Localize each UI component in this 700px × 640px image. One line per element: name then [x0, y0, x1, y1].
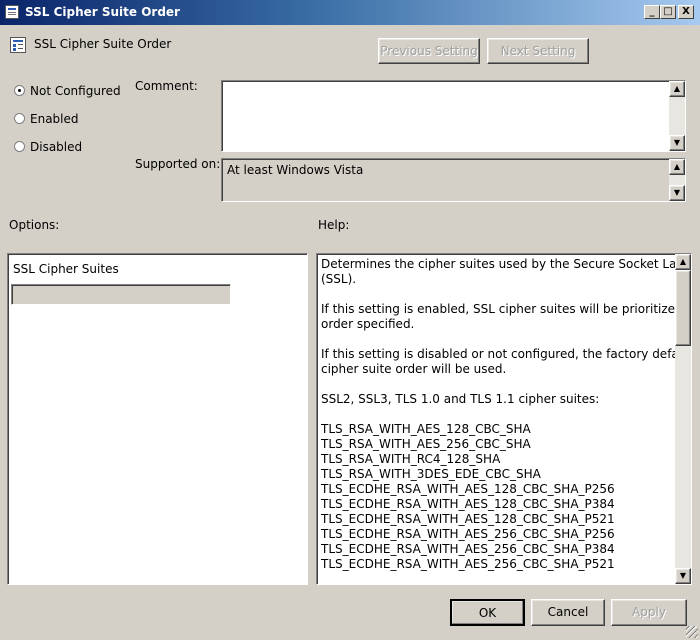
enabled-radio[interactable]: [14, 113, 25, 124]
resize-grip-icon[interactable]: [686, 626, 698, 638]
next-setting-button[interactable]: Next Setting: [487, 38, 589, 64]
help-line: (SSL).: [321, 272, 357, 286]
ssl-cipher-suites-input[interactable]: [11, 284, 231, 305]
next-setting-label: Next Setting: [500, 44, 576, 58]
maximize-icon: □: [663, 6, 673, 17]
cipher-suite-item: TLS_RSA_WITH_AES_256_CBC_SHA: [321, 437, 531, 451]
cipher-suite-item: TLS_ECDHE_RSA_WITH_AES_128_CBC_SHA_P521: [321, 512, 615, 526]
minimize-icon: _: [649, 6, 655, 17]
ok-button[interactable]: OK: [450, 599, 525, 626]
supported-scrollbar[interactable]: ▲ ▼: [669, 159, 685, 201]
help-paragraph: If this setting is disabled or not confi…: [321, 347, 692, 377]
supported-on-label: Supported on:: [135, 157, 221, 171]
policy-app-icon: [5, 5, 19, 19]
cipher-suite-item: TLS_ECDHE_RSA_WITH_AES_128_CBC_SHA_P256: [321, 482, 615, 496]
scroll-down-arrow-icon[interactable]: ▼: [669, 135, 685, 151]
help-paragraph: Determines the cipher suites used by the…: [321, 257, 692, 287]
cipher-suite-item: TLS_ECDHE_RSA_WITH_AES_256_CBC_SHA_P521: [321, 557, 615, 571]
scroll-down-arrow-icon[interactable]: ▼: [675, 568, 691, 584]
window-title: SSL Cipher Suite Order: [25, 5, 180, 19]
help-paragraph: SSL2, SSL3, TLS 1.0 and TLS 1.1 cipher s…: [321, 392, 671, 407]
minimize-button[interactable]: _: [644, 5, 660, 19]
cipher-suite-item: TLS_ECDHE_RSA_WITH_AES_128_CBC_SHA_P384: [321, 497, 615, 511]
maximize-button[interactable]: □: [660, 5, 676, 19]
ok-label: OK: [478, 606, 497, 620]
cipher-suite-item: TLS_ECDHE_RSA_WITH_AES_256_CBC_SHA_P256: [321, 527, 615, 541]
cipher-suite-item: TLS_RSA_WITH_AES_128_CBC_SHA: [321, 422, 531, 436]
supported-on-field: At least Windows Vista ▲ ▼: [221, 158, 686, 202]
disabled-radio[interactable]: [14, 141, 25, 152]
cipher-suite-item: TLS_RSA_WITH_RC4_128_SHA: [321, 452, 501, 466]
scroll-up-arrow-icon[interactable]: ▲: [675, 254, 691, 270]
close-button[interactable]: X: [678, 5, 694, 19]
enabled-label[interactable]: Enabled: [30, 112, 79, 126]
policy-setting-icon: [10, 37, 26, 53]
scroll-down-arrow-icon[interactable]: ▼: [669, 185, 685, 201]
cipher-suite-item: TLS_ECDHE_RSA_WITH_AES_256_CBC_SHA_P384: [321, 542, 615, 556]
scroll-thumb[interactable]: [675, 270, 691, 346]
help-line: cipher suite order will be used.: [321, 362, 507, 376]
not-configured-radio[interactable]: [14, 85, 25, 96]
help-panel[interactable]: Determines the cipher suites used by the…: [316, 253, 692, 585]
ssl-cipher-suites-label: SSL Cipher Suites: [13, 262, 119, 276]
title-bar[interactable]: SSL Cipher Suite Order _ □ X: [0, 0, 700, 25]
policy-name: SSL Cipher Suite Order: [34, 37, 172, 51]
help-line: SSL2, SSL3, TLS 1.0 and TLS 1.1 cipher s…: [321, 392, 600, 406]
not-configured-label[interactable]: Not Configured: [30, 84, 121, 98]
help-line: If this setting is enabled, SSL cipher s…: [321, 302, 692, 316]
help-label: Help:: [318, 218, 350, 232]
cipher-suite-item: TLS_RSA_WITH_3DES_EDE_CBC_SHA: [321, 467, 541, 481]
scroll-up-arrow-icon[interactable]: ▲: [669, 81, 685, 97]
help-line: Determines the cipher suites used by the…: [321, 257, 692, 271]
apply-button[interactable]: Apply: [611, 599, 687, 626]
supported-on-value: At least Windows Vista: [227, 163, 364, 177]
help-scrollbar[interactable]: ▲ ▼: [675, 254, 691, 584]
cancel-button[interactable]: Cancel: [531, 599, 605, 626]
comment-textarea[interactable]: ▲ ▼: [221, 80, 686, 152]
cancel-label: Cancel: [547, 605, 589, 619]
previous-setting-button[interactable]: Previous Setting: [378, 38, 480, 64]
cipher-suite-list: TLS_RSA_WITH_AES_128_CBC_SHA TLS_RSA_WIT…: [321, 422, 671, 572]
options-panel: SSL Cipher Suites: [7, 253, 308, 585]
scroll-up-arrow-icon[interactable]: ▲: [669, 159, 685, 175]
close-icon: X: [682, 6, 690, 17]
previous-setting-label: Previous Setting: [380, 44, 478, 58]
apply-label: Apply: [632, 605, 666, 619]
help-paragraph: If this setting is enabled, SSL cipher s…: [321, 302, 692, 332]
comment-label: Comment:: [135, 79, 198, 93]
disabled-label[interactable]: Disabled: [30, 140, 82, 154]
help-line: order specified.: [321, 317, 415, 331]
options-label: Options:: [9, 218, 60, 232]
help-text: Determines the cipher suites used by the…: [321, 257, 692, 572]
comment-scrollbar[interactable]: ▲ ▼: [669, 81, 685, 151]
help-line: If this setting is disabled or not confi…: [321, 347, 692, 361]
